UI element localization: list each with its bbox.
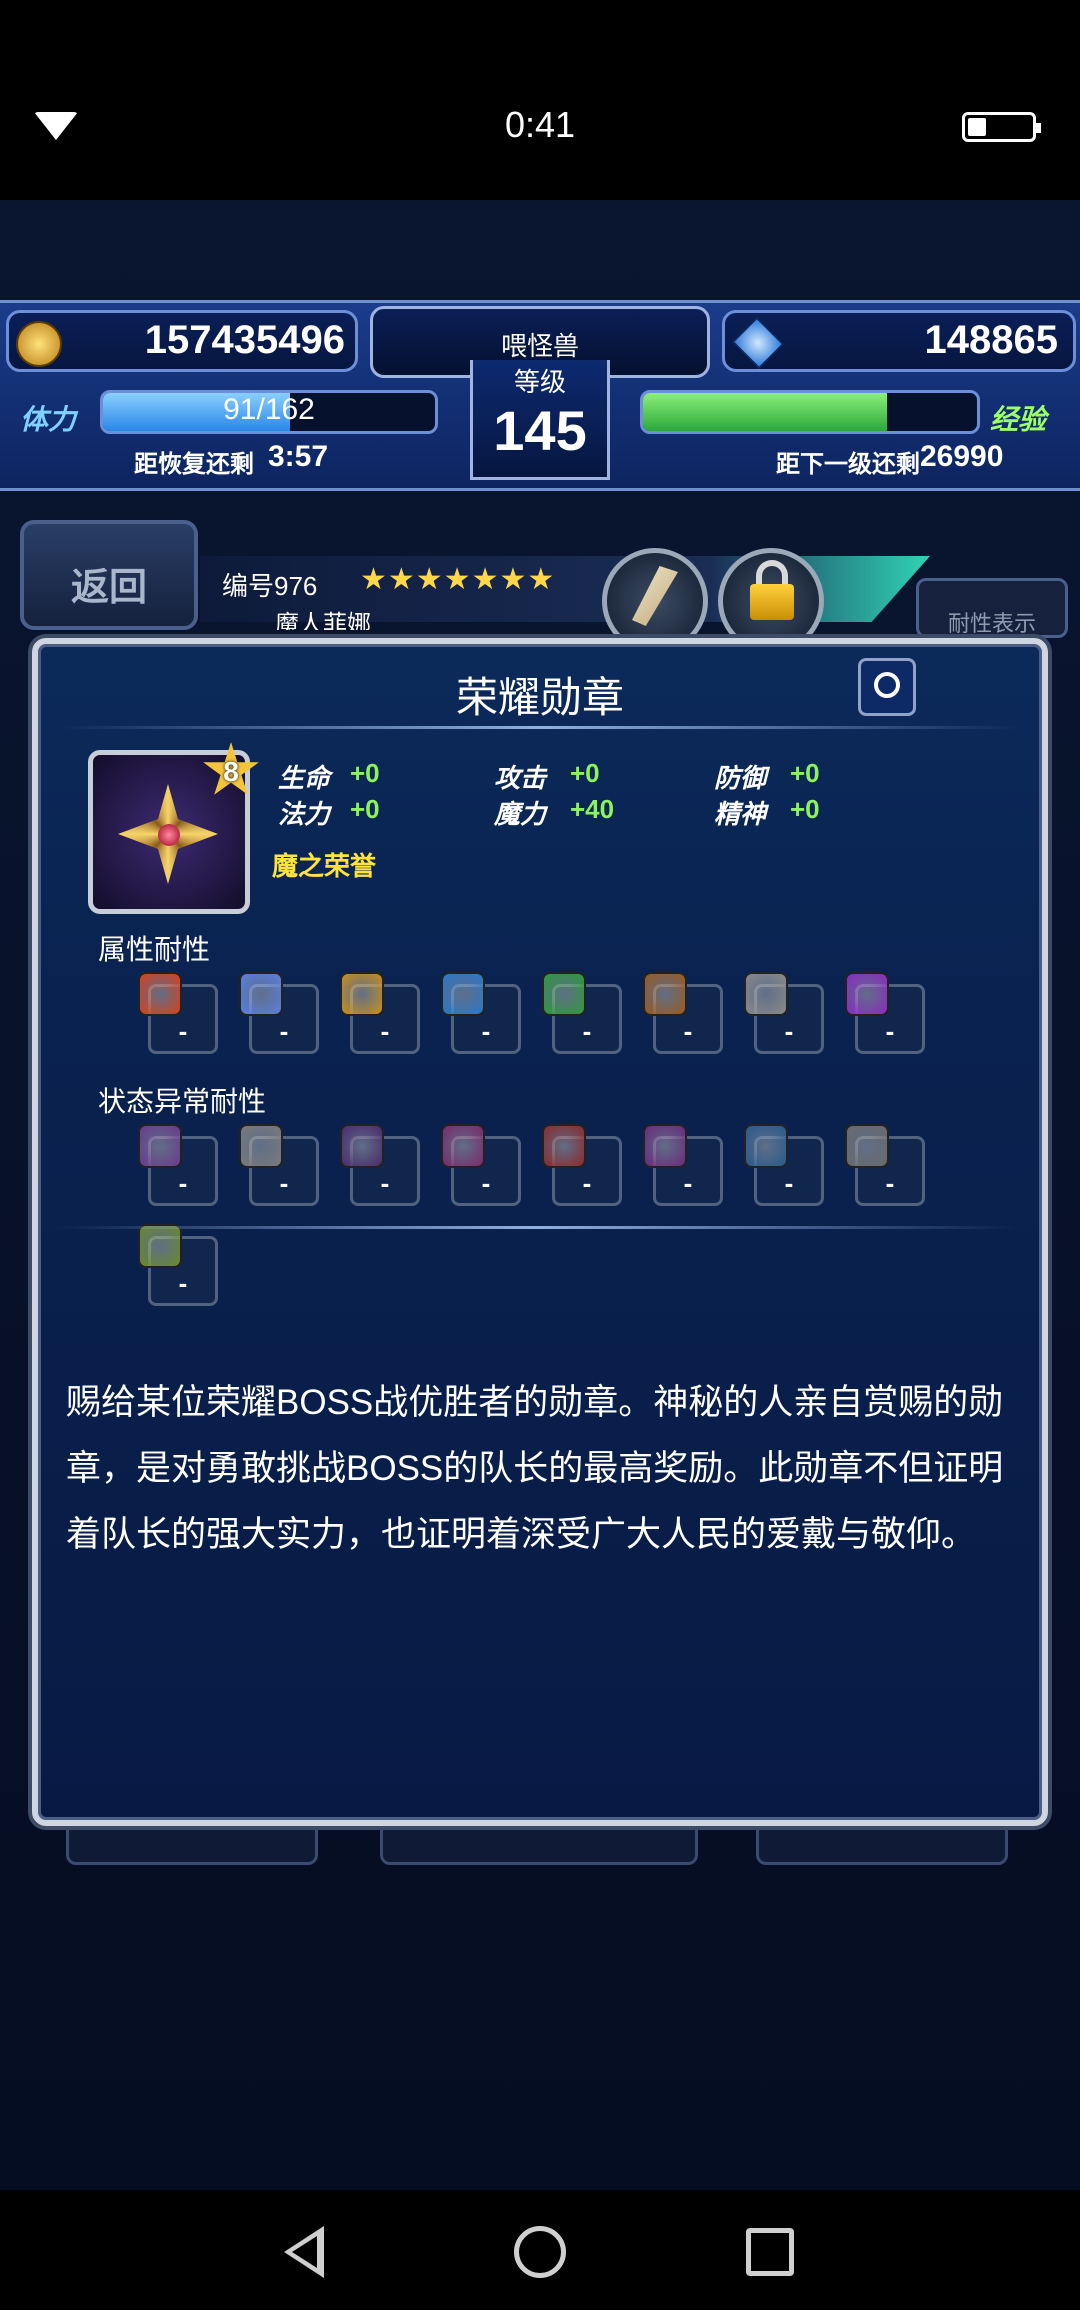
stat-mag-label: 魔力 [494,799,547,829]
disease-icon [744,1124,788,1168]
gil-amount: 157435496 [144,318,345,362]
poison-icon [138,1124,182,1168]
lightning-icon [340,972,384,1016]
stat-mag-value: +40 [570,794,615,824]
medal-gem [158,824,180,846]
confuse-icon [643,1124,687,1168]
resist-value: - [885,1168,895,1198]
nav-back-icon-inner [292,2236,317,2268]
nav-recents-icon[interactable] [746,2228,794,2276]
death-icon [138,1224,182,1268]
stat-def-value: +0 [790,758,820,788]
wind-icon [542,972,586,1016]
nav-home-icon[interactable] [514,2226,566,2278]
level-value: 145 [493,399,587,462]
stat-spr-value: +0 [790,794,820,824]
resist-value: - [784,1016,794,1046]
resist-value: - [582,1168,592,1198]
resist-value: - [885,1016,895,1046]
resist-value: - [178,1268,188,1298]
exp-next-value: 26990 [920,440,1004,473]
dark-icon [845,972,889,1016]
earth-icon [643,972,687,1016]
level-label: 等级 [513,367,566,397]
exp-next-label: 距下一级还剩 [776,451,920,478]
resist-value: - [178,1016,188,1046]
item-rank: 8 [223,756,239,787]
resist-value: - [683,1168,693,1198]
gem-amount: 148865 [924,318,1058,362]
status-clock: 0:41 [504,104,576,145]
silence-icon [441,1124,485,1168]
item-name: 魔之荣誉 [272,851,377,881]
resist-value: - [279,1016,289,1046]
water-icon [441,972,485,1016]
stat-def-label: 防御 [714,763,767,793]
gil-coin-icon [16,321,62,367]
light-icon [744,972,788,1016]
status-bar [0,0,1080,200]
stat-atk-value: +0 [570,758,600,788]
resist-value: - [380,1168,390,1198]
petrify-icon [845,1124,889,1168]
title-divider [60,726,1020,729]
resist-value: - [178,1168,188,1198]
blind-icon [239,1124,283,1168]
exp-bar [640,390,980,434]
exp-label: 经验 [990,404,1047,435]
fire-icon [138,972,182,1016]
stamina-text: 91/162 [223,393,315,426]
unit-rarity-stars: ★★★★★★★ [360,563,556,596]
stat-atk-label: 攻击 [494,763,547,793]
resist-value: - [683,1016,693,1046]
stat-hp-value: +0 [350,758,380,788]
paralyze-icon [542,1124,586,1168]
status-resist-title: 状态异常耐性 [98,1086,267,1117]
player-name: 喂怪兽 [500,331,579,361]
unit-name: 魔人菲娜 [275,611,371,630]
battery-icon [962,112,1041,142]
stat-hp-label: 生命 [278,763,331,793]
stamina-label: 体力 [20,404,77,435]
sleep-icon [340,1124,384,1168]
ring-icon [874,672,900,698]
back-button-label[interactable]: 返回 [20,556,198,611]
stamina-recover-label: 距恢复还剩 [134,451,254,478]
resist-value: - [481,1168,491,1198]
exp-fill [643,393,887,431]
resist-value: - [279,1168,289,1198]
stat-spr-label: 精神 [714,799,767,829]
resist-value: - [481,1016,491,1046]
resist-display-label[interactable]: 耐性表示 [916,606,1068,634]
stat-mp-label: 法力 [278,799,331,829]
resist-value: - [784,1168,794,1198]
lock-icon [750,584,794,620]
stamina-recover-time: 3:57 [268,440,329,473]
resist-value: - [582,1016,592,1046]
element-resist-title: 属性耐性 [98,934,211,965]
unit-number: 编号976 [222,571,318,601]
section-divider [56,1226,1016,1229]
resist-value: - [380,1016,390,1046]
stat-mp-value: +0 [350,794,380,824]
ice-icon [239,972,283,1016]
item-description: 赐给某位荣耀BOSS战优胜者的勋章。神秘的人亲自赏赐的勋章，是对勇敢挑战BOSS… [66,1383,1004,1554]
